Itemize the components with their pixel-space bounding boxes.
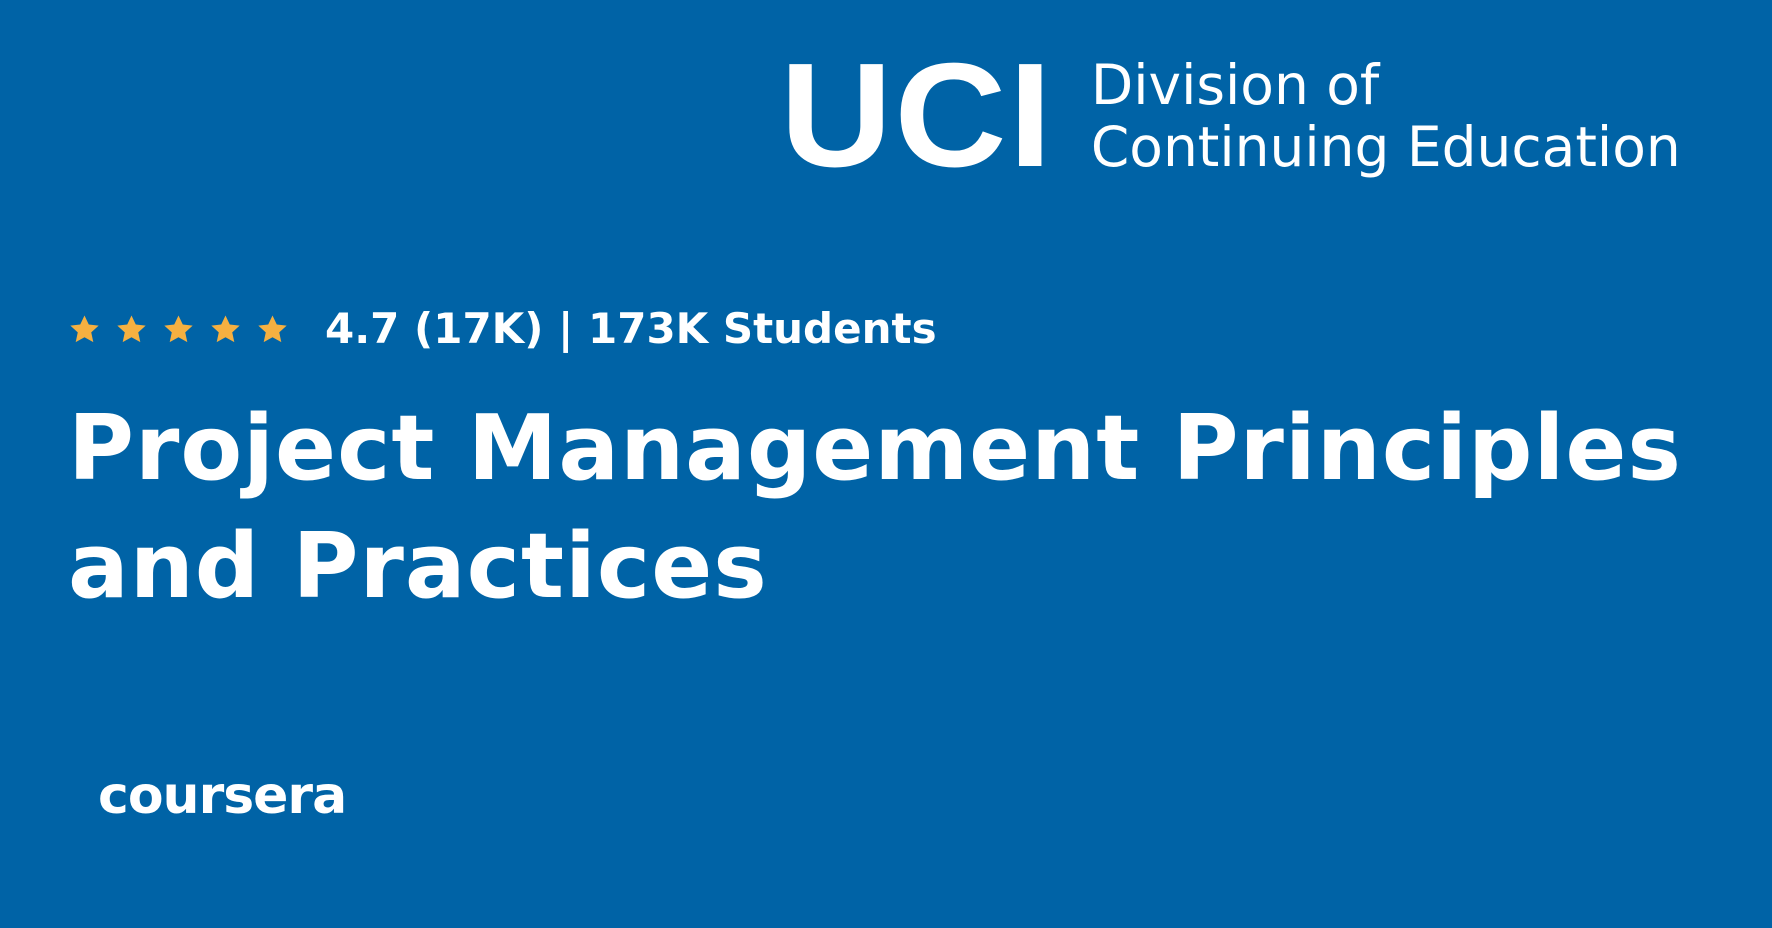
star-icon	[211, 314, 240, 342]
rating-summary: 4.7 (17K) | 173K Students	[325, 304, 937, 353]
uci-logo: UCI Division of Continuing Education	[780, 42, 1681, 190]
coursera-logo: coursera	[98, 766, 347, 826]
star-icon	[164, 314, 193, 342]
uci-logo-mark: UCI	[780, 33, 1054, 198]
institution-name: Division of Continuing Education	[1091, 54, 1681, 178]
rating-row: 4.7 (17K) | 173K Students	[68, 304, 937, 354]
star-icon	[117, 314, 146, 342]
institution-name-line-2: Continuing Education	[1090, 115, 1681, 179]
star-icon	[70, 314, 99, 342]
star-rating	[68, 313, 289, 346]
star-icon	[258, 314, 287, 342]
course-title: Project Management Principles and Practi…	[68, 390, 1682, 626]
course-title-line-1: Project Management Principles	[68, 396, 1682, 501]
course-title-line-2: and Practices	[68, 514, 768, 619]
institution-name-line-1: Division of	[1090, 53, 1380, 117]
